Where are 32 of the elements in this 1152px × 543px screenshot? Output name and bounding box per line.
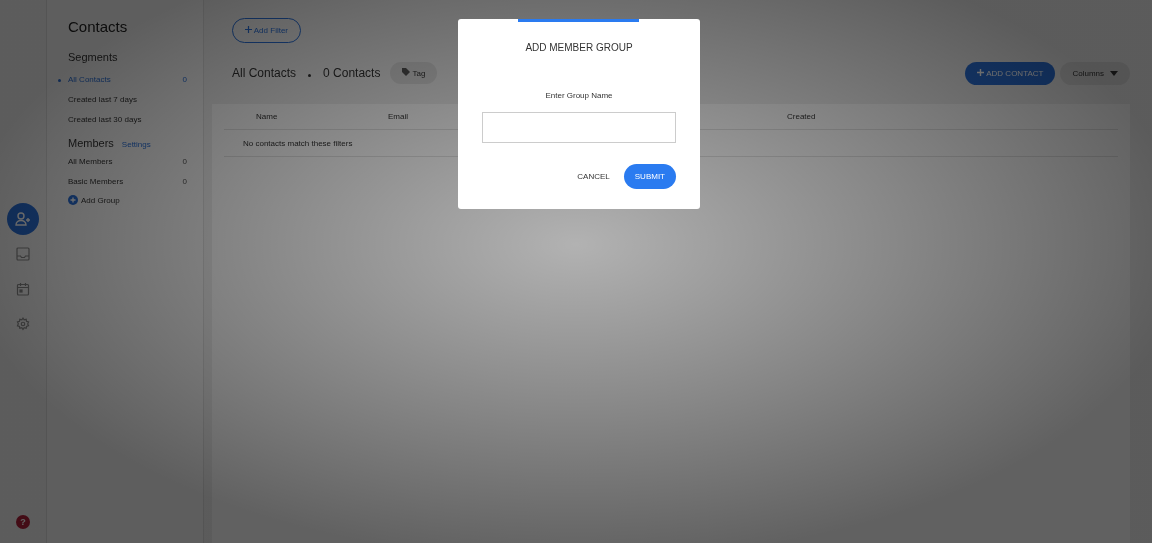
plus-icon — [245, 26, 252, 33]
contacts-nav-button[interactable] — [7, 203, 39, 235]
group-name-field[interactable] — [482, 112, 676, 143]
segment-item[interactable]: All Contacts 0 — [56, 69, 203, 89]
tag-button[interactable]: Tag — [390, 62, 438, 84]
inbox-icon — [16, 247, 30, 261]
section-heading: Segments — [68, 51, 119, 63]
column-header: Created — [787, 112, 816, 121]
plus-icon — [68, 195, 78, 205]
empty-message: No contacts match these filters — [243, 138, 353, 148]
help-button[interactable]: ? — [16, 515, 30, 529]
field-label: Enter Group Name — [545, 91, 613, 100]
column-header: Name — [256, 112, 278, 121]
segment-item[interactable]: Created last 7 days — [56, 89, 203, 109]
submit-button[interactable]: SUBMIT — [623, 164, 676, 189]
settings-icon — [16, 317, 30, 331]
person-add-icon — [15, 211, 31, 227]
page-title: Contacts — [68, 18, 129, 35]
segment-item[interactable]: Created last 30 days — [56, 109, 203, 129]
cancel-button[interactable]: CANCEL — [575, 168, 612, 185]
add-contact-button[interactable]: ADD CONTACT — [965, 61, 1056, 85]
contact-count: 0 Contacts — [323, 66, 381, 80]
view-title: All Contacts — [232, 66, 297, 80]
plus-icon — [977, 68, 985, 76]
section-heading: Members — [68, 137, 114, 149]
column-header: Email — [388, 112, 408, 121]
add-group-button[interactable]: Add Group — [68, 195, 120, 205]
dialog-title: ADD MEMBER GROUP — [525, 42, 633, 53]
caret-icon — [1110, 70, 1118, 76]
calendar-icon — [16, 282, 30, 296]
tag-icon — [402, 68, 411, 76]
settings-link[interactable]: Settings — [121, 140, 151, 149]
